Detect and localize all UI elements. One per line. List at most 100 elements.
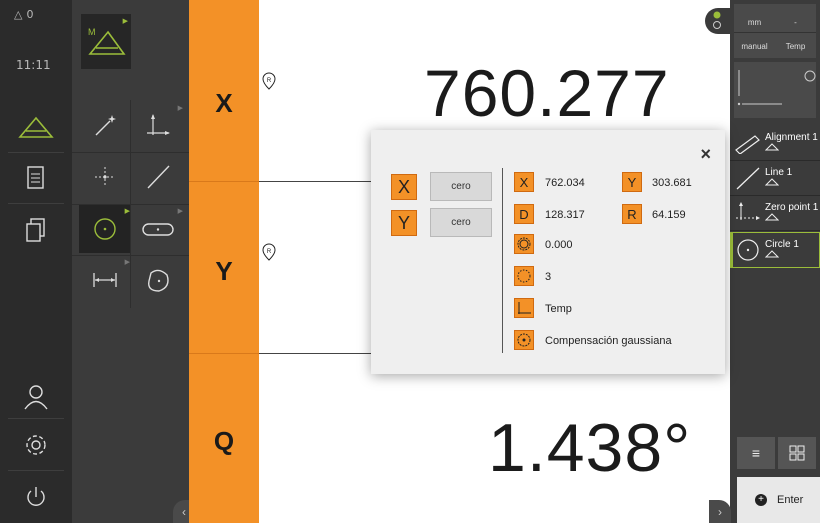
expand-panel-button[interactable]: ›: [709, 500, 731, 523]
y-cero-button[interactable]: cero: [430, 208, 492, 237]
manual-measure-icon: M: [88, 27, 126, 55]
circle-tool[interactable]: ▶: [79, 205, 131, 253]
slot-tool[interactable]: ▶: [132, 205, 184, 253]
coordinate-axes-icon: [147, 114, 170, 135]
protocol-button[interactable]: [0, 153, 72, 203]
coordinate-axes-icon: [518, 302, 531, 314]
circle-icon: [94, 218, 116, 240]
distance-icon: [93, 273, 117, 287]
autodetect-tool[interactable]: [79, 102, 131, 150]
x-cero-button[interactable]: cero: [430, 172, 492, 201]
point-count-value: 3: [545, 271, 552, 283]
list-view-button[interactable]: ≡: [737, 437, 775, 469]
y-center-value: 303.681: [652, 177, 692, 189]
row-divider: [259, 181, 371, 182]
feature-zero-point[interactable]: Zero point 1: [730, 196, 820, 231]
point-count-icon: [514, 266, 534, 286]
reference-badge: R: [267, 249, 272, 255]
line-icon: [736, 167, 760, 190]
measure-icon: [764, 213, 780, 221]
mode-button[interactable]: manual: [734, 42, 775, 51]
reference-value: Temp: [545, 303, 572, 315]
grid-view-button[interactable]: [778, 437, 816, 469]
feature-label: Line 1: [765, 167, 793, 178]
manual-measure-button[interactable]: M ▶: [81, 14, 131, 69]
circle-icon: [737, 239, 759, 261]
distance-tool[interactable]: ▶: [79, 256, 131, 304]
y-tag: Y: [622, 172, 642, 192]
x-axis-button[interactable]: X: [391, 174, 417, 200]
freeform-contour-icon: [148, 269, 169, 292]
power-button[interactable]: [0, 472, 72, 522]
reference-pin-y: R: [262, 243, 276, 266]
fit-method-icon: [514, 330, 534, 350]
submenu-arrow-icon: ▶: [177, 105, 183, 112]
status-indicator: [705, 8, 730, 34]
menu-icon: ≡: [751, 445, 761, 461]
feature-label: Circle 1: [765, 239, 799, 250]
axis-q-label: Q: [213, 426, 235, 456]
axis-divider: [189, 181, 259, 182]
divider: [502, 168, 503, 353]
chevron-left-icon: ‹: [182, 504, 186, 519]
user-button[interactable]: [0, 372, 72, 422]
submenu-arrow-icon: ▶: [177, 208, 183, 215]
separator: [734, 32, 816, 33]
preview-sketch-icon: [737, 70, 816, 106]
reference-badge: R: [267, 78, 272, 84]
row-divider: [259, 353, 371, 354]
reference-icon: [514, 298, 534, 318]
measure-icon: [764, 143, 780, 151]
unit-button[interactable]: mm: [734, 18, 775, 27]
point-tool[interactable]: [79, 153, 131, 201]
clock: 11:11: [16, 58, 51, 72]
status-lights-icon: [713, 11, 721, 29]
grid-line: [130, 100, 131, 308]
add-icon: +: [755, 494, 767, 506]
temp-button[interactable]: Temp: [775, 42, 816, 51]
close-button[interactable]: ×: [700, 144, 711, 165]
status-warning: △ 0: [14, 8, 33, 21]
diameter-tag: D: [514, 204, 534, 224]
form-error-icon: [514, 234, 534, 254]
alignment-icon: [735, 135, 760, 154]
warning-count: 0: [26, 8, 34, 21]
circularity-icon: [517, 237, 531, 251]
enter-button[interactable]: + Enter: [737, 477, 820, 523]
radius-tag: R: [622, 204, 642, 224]
gear-icon: [26, 435, 46, 455]
settings-block: mm - manual Temp: [734, 4, 816, 58]
tool-palette: M ▶ ▶ ▶ ▶ ▶ ‹: [72, 0, 195, 523]
feature-line[interactable]: Line 1: [730, 161, 820, 196]
map-pin-icon: R: [262, 243, 276, 261]
gaussian-fit-icon: [517, 333, 531, 347]
settings-button[interactable]: [0, 420, 72, 470]
measure-icon: [18, 116, 54, 138]
close-icon: ×: [700, 144, 711, 164]
feature-circle[interactable]: Circle 1: [730, 232, 820, 268]
document-icon: [27, 166, 44, 189]
svg-text:M: M: [88, 27, 96, 37]
warning-triangle-icon: △: [14, 8, 23, 21]
chevron-right-icon: ›: [718, 504, 722, 519]
measure-menu-button[interactable]: [0, 103, 72, 153]
map-pin-icon: R: [262, 72, 276, 90]
left-rail: △ 0 11:11: [0, 0, 72, 523]
feature-label: Alignment 1: [765, 132, 818, 143]
files-icon: [26, 218, 45, 242]
axis-y-label: Y: [215, 256, 233, 286]
angle-unit-button[interactable]: -: [775, 18, 816, 27]
axis-divider: [189, 353, 259, 354]
separator: [8, 470, 64, 471]
zero-point-tool[interactable]: ▶: [132, 102, 184, 150]
y-axis-button[interactable]: Y: [391, 210, 417, 236]
feature-alignment[interactable]: Alignment 1: [730, 126, 820, 161]
q-position-value: 1.438°: [488, 410, 692, 486]
separator: [8, 418, 64, 419]
line-tool[interactable]: [132, 153, 184, 201]
separator: [8, 203, 64, 204]
freeform-tool[interactable]: [132, 256, 184, 304]
circle-results-dialog: × X cero Y cero X 762.034 Y 303.681 D 12…: [371, 130, 725, 374]
preview-area: [734, 62, 816, 118]
file-management-button[interactable]: [0, 205, 72, 255]
